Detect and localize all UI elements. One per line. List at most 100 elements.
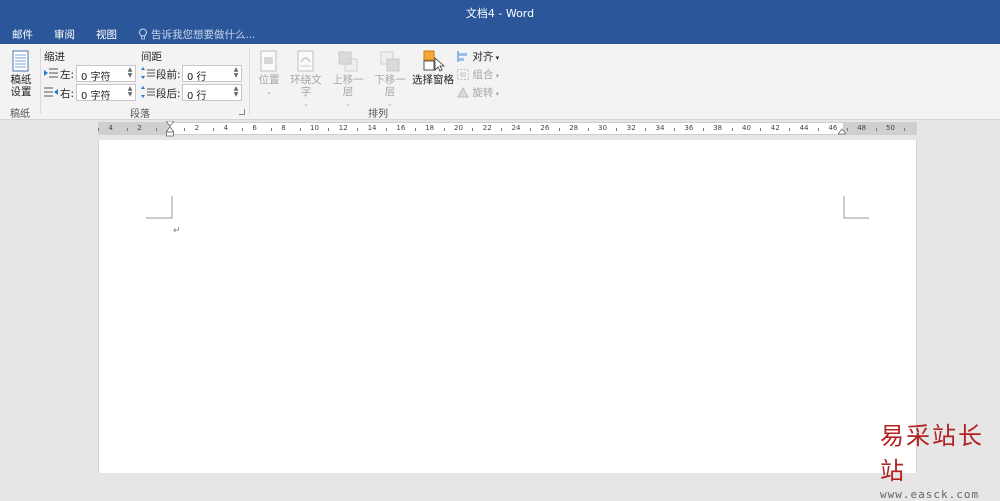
spin-arrows-icon[interactable]: ▲ ▼ bbox=[233, 67, 239, 80]
ruler-tick bbox=[875, 128, 877, 131]
ruler-tick bbox=[702, 128, 704, 131]
send-backward-button[interactable]: 下移一层 ⌄ bbox=[370, 50, 410, 110]
ruler-tick bbox=[645, 128, 647, 131]
spacing-heading: 间距 bbox=[141, 51, 162, 63]
ruler-tick bbox=[846, 128, 848, 131]
ruler-tick bbox=[270, 128, 272, 131]
ruler-label: 6 bbox=[252, 124, 257, 132]
ruler-tick bbox=[242, 128, 243, 131]
align-button[interactable]: 对齐 ▾ bbox=[457, 49, 499, 64]
spin-arrows-icon[interactable]: ▲ ▼ bbox=[233, 86, 239, 99]
ruler-label: 26 bbox=[540, 124, 550, 132]
ruler-label: 28 bbox=[569, 124, 579, 132]
indent-heading: 缩进 bbox=[44, 51, 65, 63]
spacing-after-value: 0 行 bbox=[187, 91, 207, 102]
dropdown-arrow-icon: ▾ bbox=[493, 54, 500, 62]
manuscript-group-label: 稿纸 bbox=[10, 109, 30, 120]
lightbulb-icon bbox=[139, 28, 147, 40]
margin-corner-top-right bbox=[843, 196, 869, 219]
spacing-before-icon bbox=[141, 67, 155, 79]
group-objects-button[interactable]: 组合 ▾ bbox=[457, 67, 499, 82]
send-backward-label: 下移一层 bbox=[374, 74, 406, 98]
ruler-tick bbox=[184, 128, 186, 131]
ruler-label: 2 bbox=[194, 124, 200, 132]
spacing-after-icon bbox=[141, 86, 155, 98]
ruler-label: 16 bbox=[396, 124, 406, 132]
tab-mailings[interactable]: 邮件 bbox=[12, 27, 33, 42]
horizontal-ruler[interactable]: 4 2 2 4 6 8 10 12 14 16 18 20 22 24 26 28 30 32 34 36 38 40 42… bbox=[98, 121, 917, 137]
indent-right-value: 0 字符 bbox=[81, 91, 111, 102]
ruler-tick bbox=[818, 128, 819, 131]
manuscript-button-line2: 设置 bbox=[10, 86, 32, 98]
watermark-text: 易采站长站 bbox=[880, 422, 984, 485]
ruler-tick bbox=[587, 128, 589, 131]
selection-pane-label: 选择窗格 bbox=[412, 74, 454, 86]
bring-forward-icon bbox=[338, 51, 358, 72]
paragraph-dialog-launcher-icon[interactable] bbox=[239, 109, 245, 115]
indent-right-input[interactable]: 0 字符 ▲ ▼ bbox=[76, 84, 136, 102]
ruler-tick bbox=[558, 128, 560, 131]
indent-left-input[interactable]: 0 字符 ▲ ▼ bbox=[76, 65, 136, 83]
indent-left-value: 0 字符 bbox=[81, 72, 111, 83]
ruler-label: 10 bbox=[310, 124, 319, 132]
send-backward-icon bbox=[380, 51, 400, 72]
ruler-tick bbox=[616, 128, 618, 131]
ruler-label: 4 bbox=[108, 124, 113, 132]
tell-me-search[interactable]: 告诉我您想要做什么... bbox=[138, 27, 256, 42]
indent-left-icon bbox=[44, 68, 58, 78]
spin-arrows-icon[interactable]: ▲ ▼ bbox=[127, 67, 133, 80]
ruler-label: 14 bbox=[367, 124, 377, 132]
ribbon-tabs: 邮件 审阅 视图 告诉我您想要做什么... bbox=[0, 24, 1000, 44]
indent-marker-icon[interactable] bbox=[166, 121, 174, 137]
ruler-margin-right bbox=[843, 123, 917, 134]
ruler-tick bbox=[328, 128, 330, 131]
ruler-label: 38 bbox=[713, 124, 723, 132]
align-icon bbox=[457, 51, 467, 62]
margin-corner-top-left bbox=[146, 196, 173, 219]
wrap-text-icon bbox=[297, 50, 314, 72]
ruler-label: 4 bbox=[223, 124, 229, 132]
tab-review[interactable]: 审阅 bbox=[54, 27, 75, 42]
group-objects-icon bbox=[457, 69, 469, 80]
indent-right-label: 右: bbox=[60, 88, 75, 100]
align-label: 对齐 bbox=[472, 51, 494, 63]
group-divider bbox=[40, 48, 41, 114]
tab-view[interactable]: 视图 bbox=[96, 27, 117, 42]
ruler-label: 8 bbox=[281, 124, 286, 132]
ruler-tick bbox=[386, 128, 387, 131]
group-objects-label: 组合 bbox=[472, 69, 494, 81]
ruler-tick bbox=[530, 128, 531, 131]
title-bar: 文档4 - Word bbox=[0, 0, 1000, 24]
ruler-tick bbox=[299, 128, 301, 131]
document-page[interactable] bbox=[98, 140, 917, 473]
tell-me-placeholder: 告诉我您想要做什么... bbox=[151, 29, 256, 41]
ruler-label: 30 bbox=[598, 124, 607, 132]
ruler-label: 24 bbox=[511, 124, 521, 132]
spin-arrows-icon[interactable]: ▲ ▼ bbox=[127, 86, 133, 99]
ruler-tick bbox=[414, 128, 416, 131]
spacing-before-value: 0 行 bbox=[187, 72, 207, 83]
dropdown-arrow-icon: ▾ bbox=[493, 72, 500, 80]
spacing-before-input[interactable]: 0 行 ▲ ▼ bbox=[182, 65, 242, 83]
position-button[interactable]: 位置 ⌄ bbox=[255, 50, 283, 98]
position-icon bbox=[260, 50, 277, 72]
bring-forward-button[interactable]: 上移一层 ⌄ bbox=[328, 50, 368, 110]
ruler-tick bbox=[98, 128, 99, 131]
manuscript-button-line1: 稿纸 bbox=[10, 74, 32, 86]
ruler-label: 46 bbox=[828, 124, 838, 132]
right-indent-marker-icon[interactable] bbox=[838, 127, 846, 135]
wrap-text-button[interactable]: 环绕文字 ⌄ bbox=[286, 50, 326, 110]
ruler-label: 18 bbox=[425, 124, 435, 132]
window-title: 文档4 - Word bbox=[465, 7, 535, 20]
ruler-tick bbox=[760, 128, 762, 131]
manuscript-settings-button[interactable]: 稿纸 设置 bbox=[6, 50, 36, 98]
rotate-button[interactable]: 旋转 ▾ bbox=[457, 85, 499, 100]
spacing-after-input[interactable]: 0 行 ▲ ▼ bbox=[182, 84, 242, 102]
selection-pane-button[interactable]: 选择窗格 bbox=[412, 50, 454, 86]
ruler-tick bbox=[155, 128, 157, 131]
rotate-icon bbox=[457, 86, 469, 98]
ruler-tick bbox=[357, 128, 359, 131]
ruler-tick bbox=[443, 128, 445, 131]
ruler-tick bbox=[904, 128, 906, 131]
wrap-text-label: 环绕文字 bbox=[290, 74, 322, 98]
